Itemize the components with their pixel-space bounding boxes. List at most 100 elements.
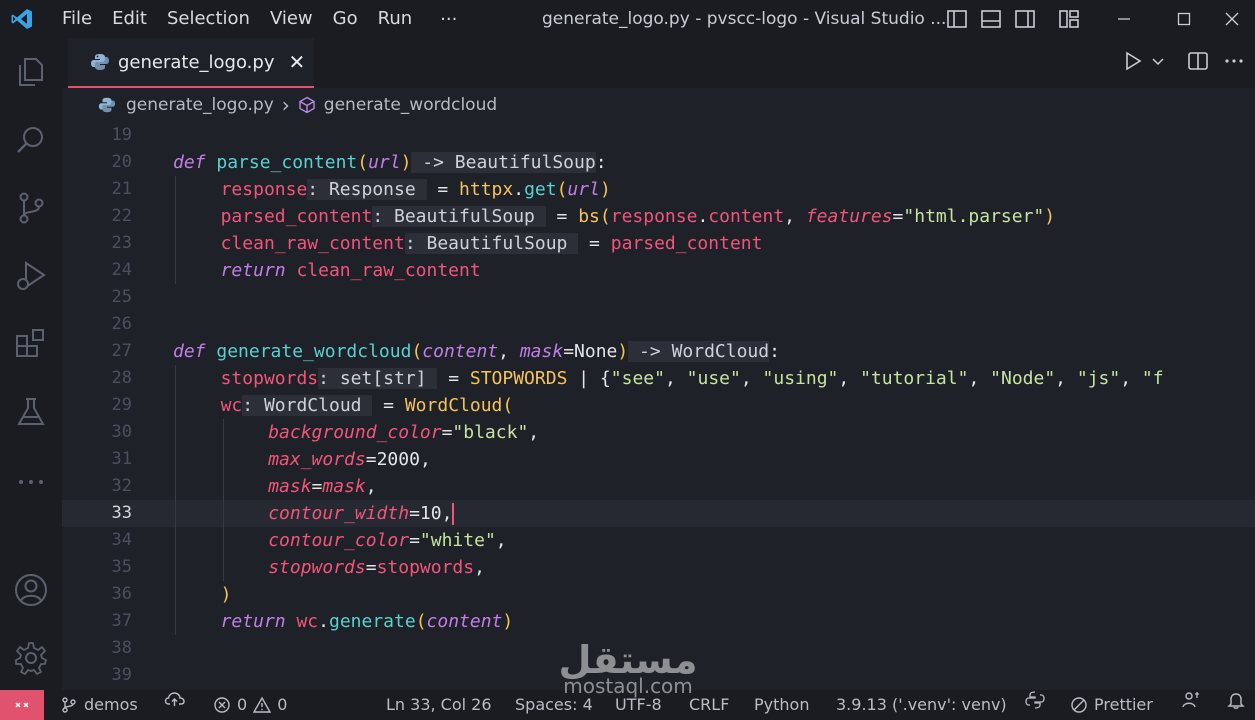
code-token: . bbox=[513, 179, 525, 200]
remote-indicator[interactable] bbox=[0, 690, 44, 720]
code-token: response bbox=[220, 179, 308, 200]
code-line[interactable]: 26 bbox=[62, 311, 1255, 338]
python-interpreter[interactable]: 3.9.13 ('.venv': venv) bbox=[836, 690, 1007, 720]
menu-selection[interactable]: Selection bbox=[157, 0, 260, 38]
code-line[interactable]: 28 stopwords: set[str] = STOPWORDS | {"se… bbox=[62, 365, 1255, 392]
line-number: 36 bbox=[111, 584, 132, 604]
python-env-status[interactable] bbox=[1025, 690, 1045, 710]
prettier-status[interactable]: Prettier bbox=[1070, 690, 1153, 720]
watermark-logo: مستقل mostaql.com bbox=[548, 640, 708, 696]
maximize-button[interactable] bbox=[1154, 0, 1214, 38]
code-token: mask bbox=[519, 341, 564, 362]
language-mode[interactable]: Python bbox=[754, 690, 809, 720]
code-text: wc: WordCloud = WordCloud( bbox=[221, 392, 513, 419]
split-editor-icon[interactable] bbox=[1187, 50, 1209, 72]
code-line[interactable]: 33 contour_width=10, bbox=[62, 500, 1255, 527]
tab-label: generate_logo.py bbox=[118, 51, 275, 73]
toggle-secondary-sidebar-icon[interactable] bbox=[1014, 8, 1036, 30]
code-line[interactable]: 27 def generate_wordcloud(content, mask=N… bbox=[62, 338, 1255, 365]
menu-more-icon[interactable]: ··· bbox=[422, 9, 475, 30]
code-token: ) bbox=[1044, 206, 1056, 227]
code-line[interactable]: 23 clean_raw_content: BeautifulSoup = par… bbox=[62, 230, 1255, 257]
run-python-file-icon[interactable] bbox=[1123, 51, 1143, 71]
activity-more[interactable] bbox=[13, 462, 49, 498]
notifications-button[interactable] bbox=[1226, 690, 1246, 710]
code-line[interactable]: 21 response: Response = httpx.get(url) bbox=[62, 176, 1255, 203]
sync-status[interactable] bbox=[164, 690, 186, 708]
problems-status[interactable]: 0 0 bbox=[213, 690, 287, 720]
code-line[interactable]: 20 def parse_content(url) -> BeautifulSou… bbox=[62, 149, 1255, 176]
menu-edit[interactable]: Edit bbox=[102, 0, 157, 38]
code-token: , bbox=[968, 368, 991, 389]
code-line[interactable]: 37 return wc.generate(content) bbox=[62, 608, 1255, 635]
title-bar: File Edit Selection View Go Run ··· gene… bbox=[0, 0, 1255, 38]
close-window-button[interactable] bbox=[1208, 0, 1255, 38]
activity-manage[interactable] bbox=[13, 640, 49, 676]
code-token: clean_raw_content bbox=[220, 233, 405, 254]
menu-file[interactable]: File bbox=[52, 0, 102, 38]
code-token: features bbox=[805, 206, 893, 227]
minimize-button[interactable] bbox=[1094, 0, 1154, 38]
code-token: , bbox=[474, 557, 485, 578]
activity-accounts[interactable] bbox=[13, 572, 49, 608]
close-icon bbox=[1225, 12, 1238, 26]
code-line[interactable]: 25 bbox=[62, 284, 1255, 311]
activity-explorer[interactable] bbox=[13, 54, 49, 90]
more-actions-icon[interactable] bbox=[1223, 50, 1245, 72]
code-token: = bbox=[409, 530, 420, 551]
code-token: , bbox=[838, 368, 861, 389]
code-token: "html.parser" bbox=[903, 206, 1045, 227]
customize-layout-icon[interactable] bbox=[1058, 8, 1080, 30]
toggle-panel-icon[interactable] bbox=[980, 8, 1002, 30]
tab-close-icon[interactable]: ✕ bbox=[288, 50, 305, 74]
code-line[interactable]: 29 wc: WordCloud = WordCloud( bbox=[62, 392, 1255, 419]
code-line[interactable]: 19 bbox=[62, 122, 1255, 149]
code-token: content bbox=[422, 341, 499, 362]
line-number: 31 bbox=[111, 449, 132, 469]
code-token: , bbox=[664, 368, 687, 389]
breadcrumb-symbol[interactable]: generate_wordcloud bbox=[324, 95, 497, 115]
cursor-position[interactable]: Ln 33, Col 26 bbox=[386, 690, 492, 720]
code-token: | { bbox=[567, 368, 611, 389]
line-number: 37 bbox=[111, 611, 132, 631]
activity-search[interactable] bbox=[13, 122, 49, 158]
activity-testing[interactable] bbox=[13, 394, 49, 430]
code-token: =None bbox=[563, 341, 618, 362]
code-line[interactable]: 36) bbox=[62, 581, 1255, 608]
code-line[interactable]: 32 mask=mask, bbox=[62, 473, 1255, 500]
code-token: = bbox=[441, 422, 453, 443]
code-token: return bbox=[220, 260, 286, 281]
menu-go[interactable]: Go bbox=[323, 0, 368, 38]
code-line[interactable]: 35 stopwords=stopwords, bbox=[62, 554, 1255, 581]
activity-source-control[interactable] bbox=[13, 190, 49, 226]
more-icon bbox=[19, 480, 43, 484]
code-line[interactable]: 34 contour_color="white", bbox=[62, 527, 1255, 554]
code-token: parse_content bbox=[216, 152, 358, 173]
menu-run[interactable]: Run bbox=[368, 0, 423, 38]
code-token: , bbox=[441, 503, 453, 524]
branch-name: demos bbox=[84, 695, 138, 714]
code-line[interactable]: 31 max_words=2000, bbox=[62, 446, 1255, 473]
toggle-primary-sidebar-icon[interactable] bbox=[946, 8, 968, 30]
menu-view[interactable]: View bbox=[260, 0, 323, 38]
activity-extensions[interactable] bbox=[13, 326, 49, 362]
code-token: "Node" bbox=[990, 368, 1056, 389]
breadcrumb-file[interactable]: generate_logo.py bbox=[126, 95, 274, 115]
code-line[interactable]: 30 background_color="black", bbox=[62, 419, 1255, 446]
activity-run-debug[interactable] bbox=[13, 258, 49, 294]
code-line[interactable]: 24 return clean_raw_content bbox=[62, 257, 1255, 284]
line-number: 22 bbox=[111, 206, 132, 226]
code-token: ) bbox=[617, 341, 629, 362]
feedback-button[interactable] bbox=[1181, 690, 1201, 710]
code-token: ( bbox=[415, 611, 427, 632]
branch-status[interactable]: demos bbox=[60, 690, 138, 720]
chevron-down-icon[interactable] bbox=[1151, 54, 1165, 68]
code-token: return bbox=[220, 611, 286, 632]
code-token: "tutorial" bbox=[860, 368, 969, 389]
tab-generate-logo[interactable]: generate_logo.py ✕ bbox=[68, 38, 314, 88]
code-line[interactable]: 22 parsed_content: BeautifulSoup = bs(res… bbox=[62, 203, 1255, 230]
settings-gear-icon bbox=[15, 642, 47, 675]
code-editor[interactable]: 19 20 def parse_content(url) -> BeautifulS… bbox=[62, 122, 1255, 682]
error-icon bbox=[214, 697, 230, 713]
code-token: parsed_content bbox=[610, 233, 763, 254]
